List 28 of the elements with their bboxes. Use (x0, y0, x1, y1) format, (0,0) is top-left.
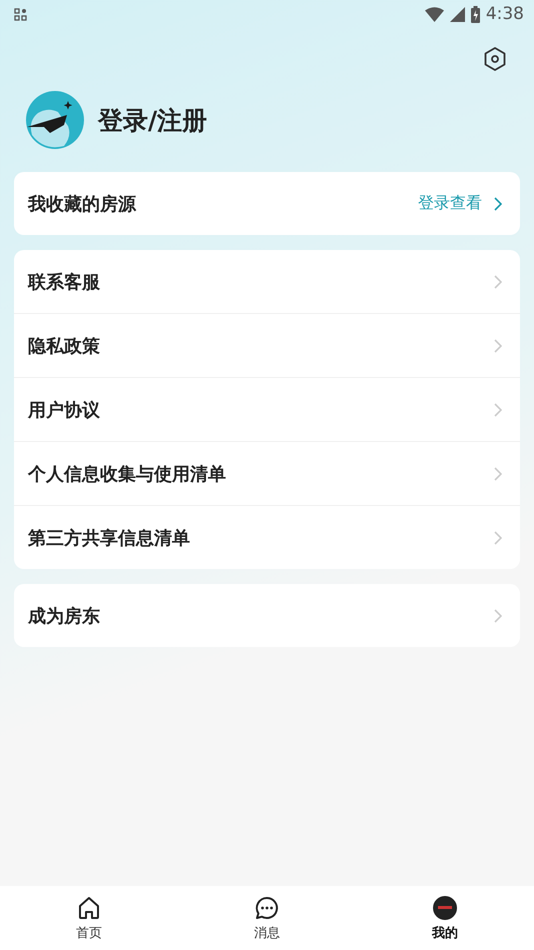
avatar-icon[interactable] (26, 91, 84, 149)
nav-tab[interactable]: 首页 (0, 886, 178, 950)
chevron-icon (494, 530, 502, 544)
chevron-icon (494, 402, 502, 416)
notification-icon (14, 8, 27, 20)
menu-item[interactable]: 联系客服 (28, 270, 494, 294)
chat-bubble-icon (254, 894, 280, 920)
signal-icon (450, 6, 465, 22)
chevron-icon (494, 196, 502, 210)
chevron-icon (494, 274, 502, 288)
favorites-label: 我收藏的房源 (28, 192, 138, 216)
menu-item[interactable]: 个人信息收集与使用清单 (28, 462, 494, 486)
menu-item[interactable]: 用户协议 (28, 398, 494, 422)
nav-tab[interactable]: 我的 (356, 886, 534, 950)
menu-item[interactable]: 隐私政策 (28, 334, 494, 358)
login-register-link[interactable]: 登录/注册 (98, 104, 208, 136)
chevron-icon (494, 466, 502, 480)
favorites-card[interactable]: 我收藏的房源 登录查看 (14, 172, 520, 235)
menu-item[interactable]: 第三方共享信息清单 (28, 526, 494, 550)
chevron-icon (494, 338, 502, 352)
status-time: 4:38 (486, 4, 524, 24)
home-icon (76, 894, 102, 920)
chevron-icon (494, 608, 502, 622)
menu-item[interactable]: 成为房东 (28, 604, 494, 628)
wifi-icon (424, 6, 444, 22)
nav-tab[interactable]: 消息 (178, 886, 356, 950)
settings-icon[interactable] (482, 46, 508, 72)
battery-icon (470, 6, 480, 22)
